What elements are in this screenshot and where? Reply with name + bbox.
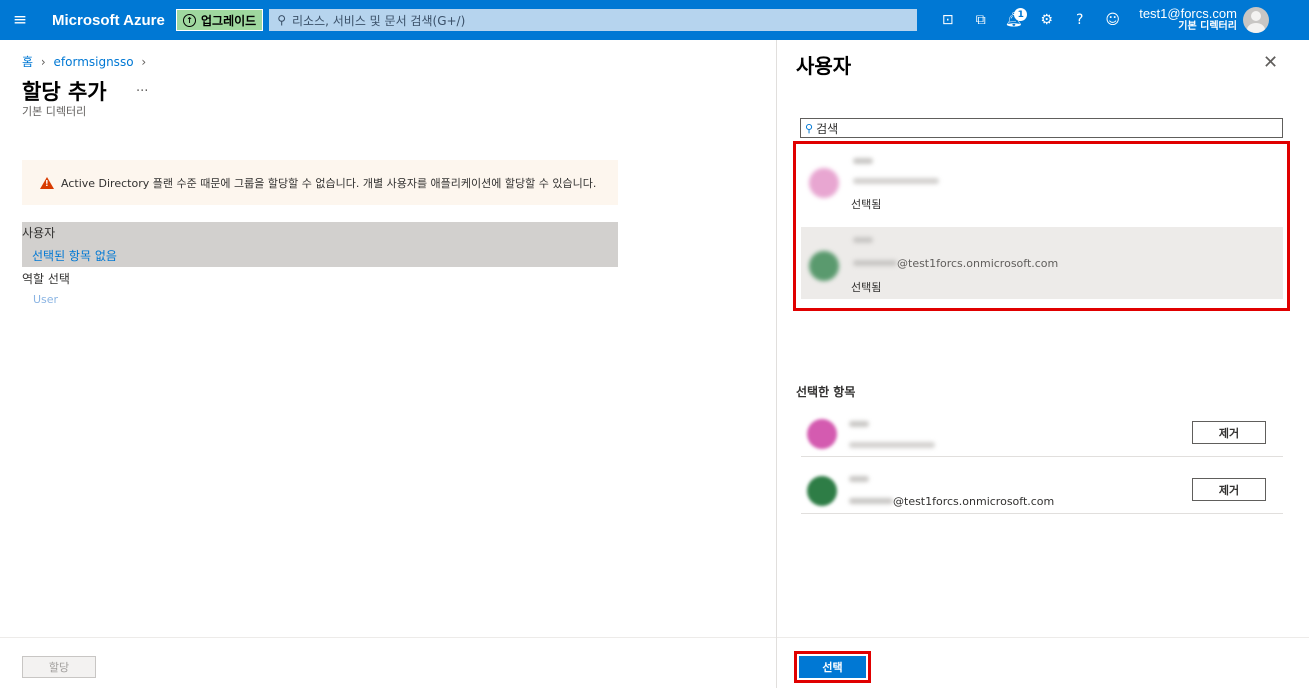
assign-button[interactable]: 할당: [22, 656, 96, 678]
remove-button[interactable]: 제거: [1192, 421, 1266, 444]
breadcrumb: 홈 › eformsignsso ›: [22, 53, 150, 70]
highlight-box: 선택: [794, 651, 871, 683]
page-title: 할당 추가: [22, 80, 107, 104]
account-directory: 기본 디렉터리: [1178, 21, 1237, 32]
close-icon[interactable]: ✕: [1263, 52, 1278, 73]
notification-badge: 1: [1014, 8, 1028, 21]
page-subtitle: 기본 디렉터리: [22, 105, 87, 118]
global-search-input[interactable]: ⚲ 리소스, 서비스 및 문서 검색(G+/): [269, 9, 918, 31]
arrow-up-icon: ↑: [183, 13, 196, 27]
cloud-shell-icon[interactable]: ⊡: [931, 0, 964, 40]
role-label: 역할 선택: [22, 272, 70, 286]
directory-filter-icon[interactable]: ⧉: [964, 0, 997, 40]
remove-button[interactable]: 제거: [1192, 478, 1266, 501]
users-label: 사용자: [22, 226, 56, 240]
chevron-right-icon: ›: [40, 55, 46, 69]
warning-icon: !: [40, 176, 54, 189]
breadcrumb-app[interactable]: eformsignsso: [54, 55, 134, 69]
top-bar: ≡ Microsoft Azure ↑ 업그레이드 ⚲ 리소스, 서비스 및 문…: [0, 0, 1309, 40]
feedback-icon[interactable]: ☺: [1096, 0, 1129, 40]
search-icon: ⚲: [277, 13, 286, 27]
avatar: [807, 476, 837, 506]
settings-icon[interactable]: ⚙: [1030, 0, 1063, 40]
redacted-name: [849, 476, 869, 482]
selected-row: 제거: [801, 411, 1283, 457]
help-icon[interactable]: ?: [1063, 0, 1096, 40]
selected-row: @test1forcs.onmicrosoft.com 제거: [801, 468, 1283, 514]
more-options-button[interactable]: ...: [136, 80, 148, 95]
users-section: 사용자 선택된 항목 없음: [22, 222, 618, 267]
divider: [0, 637, 776, 638]
panel-title: 사용자: [796, 54, 852, 78]
users-panel: 사용자 ✕ ⚲ 검색 선택됨 @test1forcs.onmicrosoft.c…: [776, 40, 1309, 688]
notifications-icon[interactable]: 🔔︎ 1: [997, 0, 1030, 40]
user-search-placeholder: 검색: [816, 121, 839, 136]
users-select-link[interactable]: 선택된 항목 없음: [32, 247, 117, 264]
selected-items-header: 선택한 항목: [796, 385, 856, 399]
redacted-email: [849, 442, 935, 448]
divider: [777, 637, 1309, 638]
upgrade-label: 업그레이드: [201, 13, 257, 28]
warning-banner: ! Active Directory 플랜 수준 때문에 그룹을 할당할 수 없…: [22, 160, 618, 205]
avatar: [807, 419, 837, 449]
user-email: @test1forcs.onmicrosoft.com: [893, 495, 1055, 508]
search-icon: ⚲: [805, 121, 814, 135]
chevron-right-icon: ›: [141, 55, 147, 69]
select-button[interactable]: 선택: [799, 656, 866, 678]
global-search-placeholder: 리소스, 서비스 및 문서 검색(G+/): [292, 13, 466, 28]
brand-link[interactable]: Microsoft Azure: [52, 12, 170, 29]
upgrade-button[interactable]: ↑ 업그레이드: [176, 9, 264, 31]
warning-text: Active Directory 플랜 수준 때문에 그룹을 할당할 수 없습니…: [61, 176, 597, 190]
redacted-email: [849, 498, 893, 504]
breadcrumb-home[interactable]: 홈: [22, 55, 33, 69]
account-email: test1@forcs.com: [1139, 6, 1237, 21]
menu-icon[interactable]: ≡: [0, 0, 40, 40]
user-search-input[interactable]: ⚲ 검색: [800, 118, 1283, 138]
role-select-link[interactable]: User: [33, 293, 58, 306]
avatar[interactable]: [1242, 7, 1269, 33]
main-content: 홈 › eformsignsso › 할당 추가 ... 기본 디렉터리 ! A…: [0, 40, 776, 688]
account-menu[interactable]: test1@forcs.com 기본 디렉터리: [1139, 7, 1237, 33]
redacted-name: [849, 421, 869, 427]
highlight-box: [793, 141, 1290, 311]
